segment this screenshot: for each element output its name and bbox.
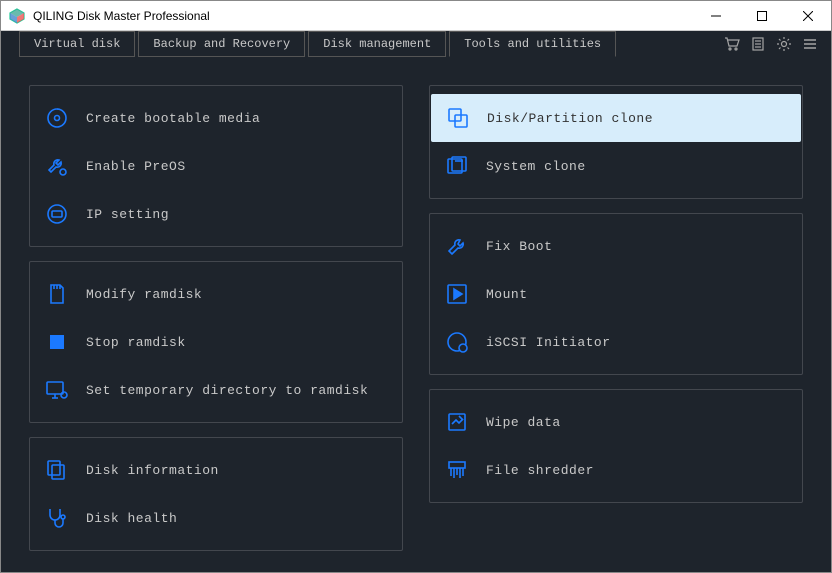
system-clone-icon <box>444 153 470 179</box>
panel-clone: Disk/Partition clone System clone <box>429 85 803 199</box>
item-stop-ramdisk[interactable]: Stop ramdisk <box>30 318 402 366</box>
tab-tools-utilities[interactable]: Tools and utilities <box>449 31 616 57</box>
menu-icon[interactable] <box>799 31 821 57</box>
item-wipe-data[interactable]: Wipe data <box>430 398 802 446</box>
stop-icon <box>44 329 70 355</box>
item-label: Disk health <box>86 511 177 526</box>
panel-ramdisk: Modify ramdisk Stop ramdisk Set temporar… <box>29 261 403 423</box>
item-modify-ramdisk[interactable]: Modify ramdisk <box>30 270 402 318</box>
panel-bootable: Create bootable media Enable PreOS IP se… <box>29 85 403 247</box>
item-label: Fix Boot <box>486 239 552 254</box>
maximize-button[interactable] <box>739 1 785 30</box>
tab-label: Disk management <box>323 37 431 51</box>
item-label: Modify ramdisk <box>86 287 202 302</box>
item-label: Stop ramdisk <box>86 335 186 350</box>
item-label: Disk information <box>86 463 219 478</box>
tab-label: Virtual disk <box>34 37 120 51</box>
sdcard-icon <box>44 281 70 307</box>
item-label: IP setting <box>86 207 169 222</box>
item-label: Enable PreOS <box>86 159 186 174</box>
monitor-gear-icon <box>44 377 70 403</box>
tab-label: Tools and utilities <box>464 37 601 51</box>
tab-disk-management[interactable]: Disk management <box>308 31 446 57</box>
disc-icon <box>44 105 70 131</box>
panel-diskinfo: Disk information Disk health <box>29 437 403 551</box>
item-label: Mount <box>486 287 528 302</box>
item-ip-setting[interactable]: IP setting <box>30 190 402 238</box>
item-label: Create bootable media <box>86 111 260 126</box>
panel-boot: Fix Boot Mount iSCSI Initiator <box>429 213 803 375</box>
item-label: iSCSI Initiator <box>486 335 611 350</box>
tab-virtual-disk[interactable]: Virtual disk <box>19 31 135 57</box>
disks-icon <box>44 457 70 483</box>
play-icon <box>444 281 470 307</box>
item-label: Wipe data <box>486 415 561 430</box>
menubar: Virtual disk Backup and Recovery Disk ma… <box>1 31 831 57</box>
shredder-icon <box>444 457 470 483</box>
item-temp-dir-ramdisk[interactable]: Set temporary directory to ramdisk <box>30 366 402 414</box>
item-disk-health[interactable]: Disk health <box>30 494 402 542</box>
target-icon <box>444 329 470 355</box>
log-icon[interactable] <box>747 31 769 57</box>
close-button[interactable] <box>785 1 831 30</box>
eraser-icon <box>444 409 470 435</box>
right-column: Disk/Partition clone System clone Fix Bo… <box>429 85 803 551</box>
item-mount[interactable]: Mount <box>430 270 802 318</box>
item-label: System clone <box>486 159 586 174</box>
window-title: QILING Disk Master Professional <box>33 9 693 23</box>
settings-icon[interactable] <box>773 31 795 57</box>
panel-wipe: Wipe data File shredder <box>429 389 803 503</box>
item-label: File shredder <box>486 463 594 478</box>
item-enable-preos[interactable]: Enable PreOS <box>30 142 402 190</box>
app-logo-icon <box>9 8 25 24</box>
item-fix-boot[interactable]: Fix Boot <box>430 222 802 270</box>
left-column: Create bootable media Enable PreOS IP se… <box>29 85 403 551</box>
item-create-bootable-media[interactable]: Create bootable media <box>30 94 402 142</box>
item-label: Disk/Partition clone <box>487 111 653 126</box>
tab-label: Backup and Recovery <box>153 37 290 51</box>
item-iscsi-initiator[interactable]: iSCSI Initiator <box>430 318 802 366</box>
item-disk-information[interactable]: Disk information <box>30 446 402 494</box>
item-system-clone[interactable]: System clone <box>430 142 802 190</box>
gear-wrench-icon <box>44 153 70 179</box>
tab-backup-recovery[interactable]: Backup and Recovery <box>138 31 305 57</box>
titlebar: QILING Disk Master Professional <box>1 1 831 31</box>
wrench-icon <box>444 233 470 259</box>
content: Create bootable media Enable PreOS IP se… <box>1 57 831 571</box>
cart-icon[interactable] <box>721 31 743 57</box>
stethoscope-icon <box>44 505 70 531</box>
item-label: Set temporary directory to ramdisk <box>86 383 368 398</box>
minimize-button[interactable] <box>693 1 739 30</box>
clone-icon <box>445 105 471 131</box>
item-file-shredder[interactable]: File shredder <box>430 446 802 494</box>
monitor-icon <box>44 201 70 227</box>
item-disk-partition-clone[interactable]: Disk/Partition clone <box>431 94 801 142</box>
